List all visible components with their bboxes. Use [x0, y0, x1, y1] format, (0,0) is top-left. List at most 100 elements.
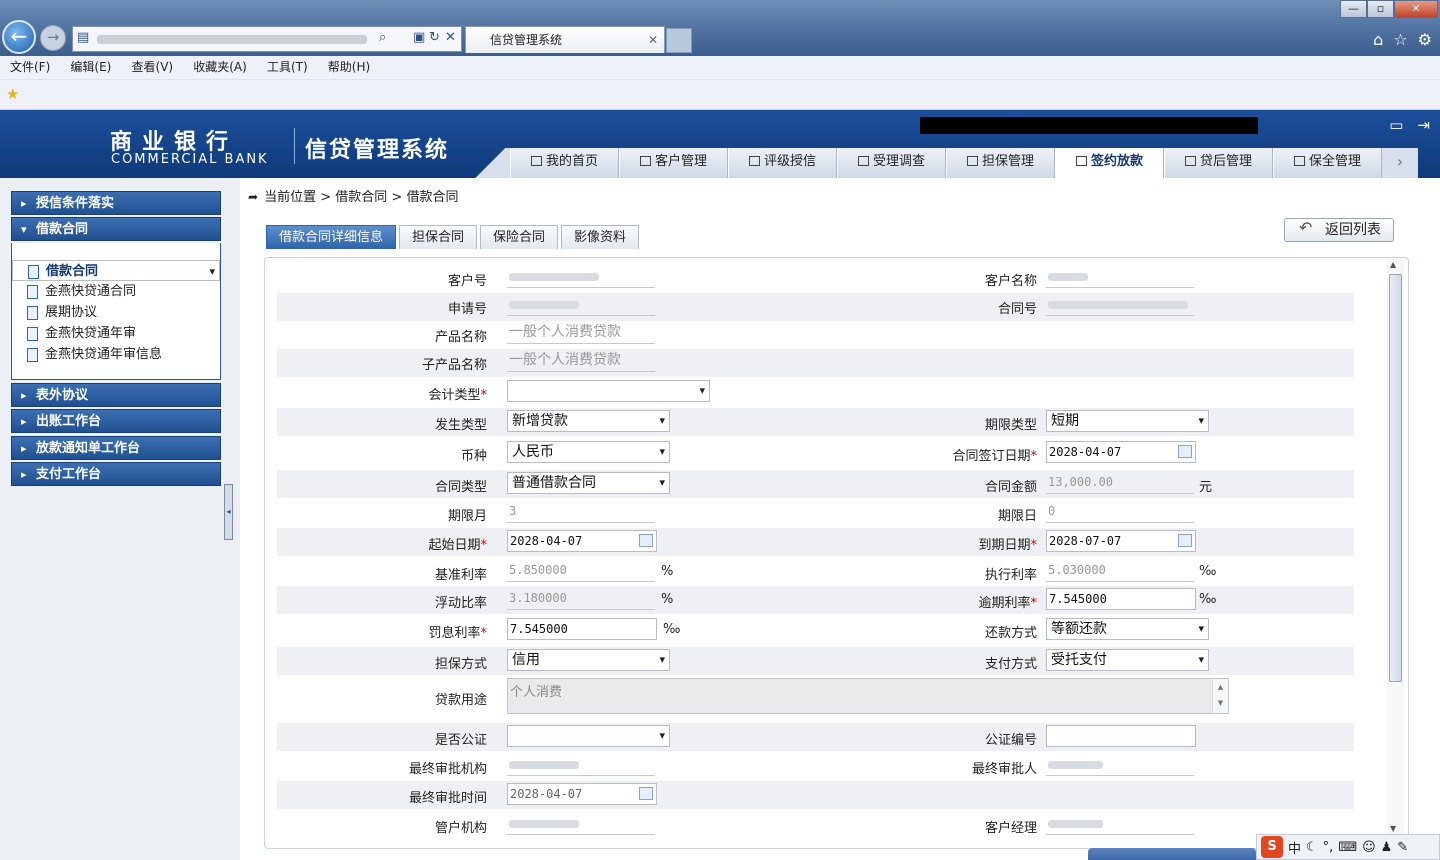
sidebar-item-annual-review[interactable]: 金燕快贷通年审: [12, 323, 220, 344]
label-start-date: 起始日期*: [347, 534, 487, 553]
wrench-icon[interactable]: ✎: [1397, 840, 1408, 855]
sidebar-item-extension[interactable]: 展期协议: [12, 302, 220, 323]
minimize-button[interactable]: —: [1340, 0, 1367, 18]
tab-images[interactable]: 影像资料: [561, 225, 640, 249]
nav-tab-customer[interactable]: 客户管理: [619, 148, 728, 178]
home-icon[interactable]: ⌂: [1373, 30, 1383, 49]
nav-more-chevron-icon[interactable]: ›: [1382, 148, 1418, 178]
gear-icon[interactable]: ⚙: [1418, 30, 1432, 49]
bottom-panel-tab[interactable]: [1088, 848, 1256, 860]
guarantee-method-select[interactable]: 信用: [507, 649, 670, 671]
ime-logo-icon[interactable]: S: [1261, 836, 1283, 858]
menu-file[interactable]: 文件(F): [10, 56, 50, 78]
monitor-icon[interactable]: ▭: [1389, 116, 1403, 134]
term-type-select[interactable]: 短期: [1046, 410, 1209, 432]
scrollbar-thumb[interactable]: [1389, 274, 1402, 682]
tab-contract-detail[interactable]: 借款合同详细信息: [266, 225, 397, 249]
contract-type-select[interactable]: 普通借款合同: [507, 472, 670, 494]
calendar-icon[interactable]: [1178, 534, 1192, 547]
stop-icon[interactable]: ✕: [445, 30, 456, 45]
favorites-add-icon[interactable]: ★: [6, 85, 19, 103]
penalty-rate-input[interactable]: 7.545000: [507, 618, 657, 640]
required-mark: *: [480, 388, 488, 403]
currency-select[interactable]: 人民币: [507, 441, 670, 463]
back-to-list-button[interactable]: 返回列表: [1284, 217, 1394, 242]
punct-icon[interactable]: °,: [1323, 840, 1334, 855]
breadcrumb-level1[interactable]: 借款合同: [335, 190, 387, 205]
nav-tab-home[interactable]: 我的首页: [510, 148, 619, 178]
occur-type-select[interactable]: 新增贷款: [507, 410, 670, 432]
textarea-scrollbar[interactable]: ▲ ▼: [1212, 679, 1228, 713]
form-row: 产品名称 一般个人消费贷款: [277, 321, 1354, 349]
sidebar-collapse-handle[interactable]: ◂: [224, 484, 233, 540]
sidebar-group-notice[interactable]: 放款通知单工作台: [11, 436, 221, 460]
nav-tab-label: 担保管理: [981, 154, 1034, 169]
nav-tab-guarantee[interactable]: 担保管理: [946, 148, 1055, 178]
sidebar-item-loan-contract[interactable]: 借款合同: [12, 260, 220, 282]
sidebar-group-credit-conditions[interactable]: 授信条件落实: [11, 191, 221, 215]
address-bar[interactable]: ▤ ⌕ ▣ ↻ ✕: [72, 26, 462, 52]
ime-lang[interactable]: 中: [1288, 838, 1301, 857]
nav-tab-preservation[interactable]: 保全管理: [1273, 148, 1382, 178]
user-icon[interactable]: ☺: [1362, 840, 1376, 855]
tab-insurance-contract[interactable]: 保险合同: [480, 225, 559, 249]
logout-icon[interactable]: ⇥: [1417, 116, 1430, 134]
scroll-down-icon[interactable]: ▼: [1390, 824, 1396, 833]
sign-date-input[interactable]: 2028-04-07: [1046, 441, 1196, 463]
scroll-up-icon[interactable]: ▲: [1390, 260, 1396, 269]
compat-icon[interactable]: ▣: [413, 30, 425, 45]
search-icon[interactable]: ⌕: [379, 30, 386, 45]
refresh-icon[interactable]: ↻: [429, 30, 440, 45]
menu-help[interactable]: 帮助(H): [328, 56, 370, 78]
nav-tab-label: 签约放款: [1090, 154, 1143, 169]
notary-no-input[interactable]: [1046, 725, 1196, 747]
new-tab-button[interactable]: [666, 28, 692, 53]
label-final-person: 最终审批人: [971, 762, 1037, 777]
skin-icon[interactable]: ♟: [1381, 840, 1393, 855]
logo-divider: [294, 128, 295, 164]
due-date-input[interactable]: 2028-07-07: [1046, 530, 1196, 552]
browser-forward-button[interactable]: →: [40, 25, 66, 51]
browser-tab-active[interactable]: 信贷管理系统 ✕: [465, 26, 665, 53]
nav-tab-survey[interactable]: 受理调查: [837, 148, 946, 178]
label-customer-name: 客户名称: [984, 274, 1037, 289]
favorites-star-icon[interactable]: ☆: [1393, 30, 1407, 49]
close-window-button[interactable]: ✕: [1394, 0, 1438, 18]
label-loan-purpose: 贷款用途: [434, 693, 487, 708]
accounting-type-select[interactable]: [507, 380, 710, 402]
notarized-select[interactable]: [507, 725, 670, 747]
loan-purpose-value: 个人消费: [510, 685, 563, 700]
nav-tab-contract[interactable]: 签约放款: [1055, 148, 1164, 178]
nav-tab-rating[interactable]: 评级授信: [728, 148, 837, 178]
label-due-date: 到期日期*: [897, 534, 1037, 553]
form-row: 罚息利率* 7.545000 ‰ 还款方式 等额还款: [277, 616, 1354, 644]
tab-guarantee-contract[interactable]: 担保合同: [399, 225, 478, 249]
start-date-input[interactable]: 2028-04-07: [507, 530, 657, 552]
nav-tab-postloan[interactable]: 贷后管理: [1164, 148, 1273, 178]
form-scrollbar[interactable]: ▲ ▼: [1387, 258, 1404, 836]
final-time-input[interactable]: 2028-04-07: [507, 783, 657, 805]
sidebar-item-jinyan-contract[interactable]: 金燕快贷通合同: [12, 281, 220, 302]
calendar-icon[interactable]: [639, 787, 653, 800]
loan-purpose-textarea[interactable]: 个人消费 ▲ ▼: [507, 678, 1229, 714]
menu-tools[interactable]: 工具(T): [267, 56, 308, 78]
calendar-icon[interactable]: [639, 534, 653, 547]
sidebar-group-disbursement[interactable]: 出账工作台: [11, 409, 221, 433]
sidebar-group-offbalance[interactable]: 表外协议: [11, 383, 221, 407]
menu-edit[interactable]: 编辑(E): [70, 56, 111, 78]
browser-back-button[interactable]: ←: [2, 20, 36, 54]
menu-favorites[interactable]: 收藏夹(A): [193, 56, 247, 78]
overdue-rate-input[interactable]: 7.545000: [1046, 588, 1196, 610]
final-time-value: 2028-04-07: [510, 787, 583, 801]
menu-view[interactable]: 查看(V): [132, 56, 174, 78]
calendar-icon[interactable]: [1178, 445, 1192, 458]
pay-method-select[interactable]: 受托支付: [1046, 649, 1209, 671]
tab-close-icon[interactable]: ✕: [648, 27, 658, 53]
keyboard-icon[interactable]: ⌨: [1338, 840, 1357, 855]
sidebar-item-annual-review-info[interactable]: 金燕快贷通年审信息: [12, 344, 220, 365]
repay-method-select[interactable]: 等额还款: [1046, 618, 1209, 640]
maximize-button[interactable]: ▫: [1367, 0, 1394, 18]
sidebar-group-payment[interactable]: 支付工作台: [11, 462, 221, 486]
moon-icon[interactable]: ☾: [1306, 840, 1318, 855]
sidebar-group-loan-contract[interactable]: 借款合同: [11, 217, 221, 241]
